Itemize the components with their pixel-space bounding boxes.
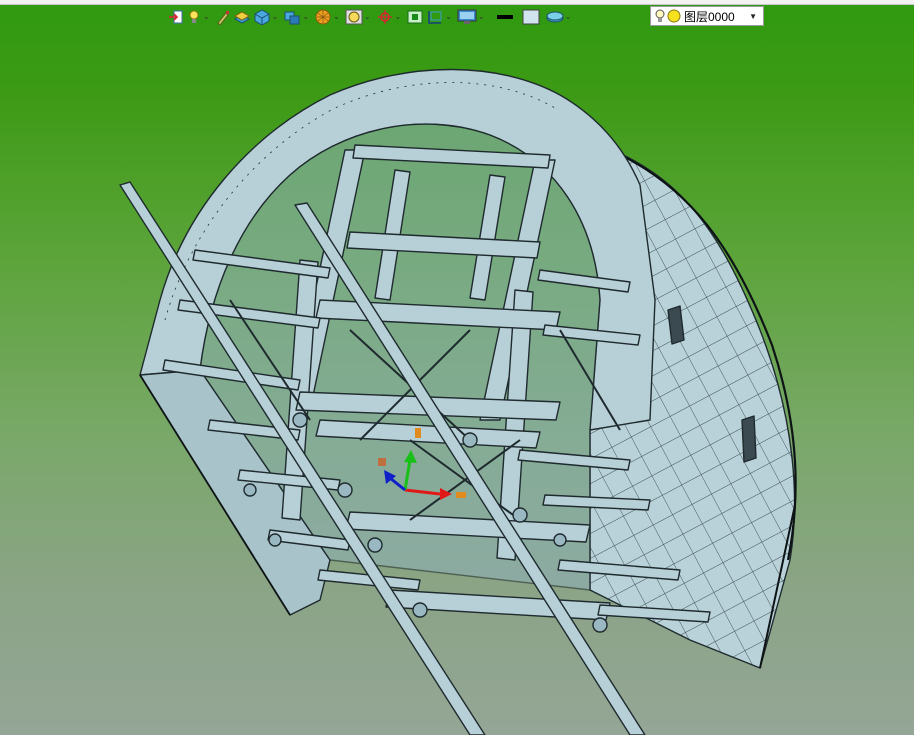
tunnel-formwork-model[interactable] (119, 68, 797, 735)
3d-viewport[interactable] (0, 0, 914, 735)
